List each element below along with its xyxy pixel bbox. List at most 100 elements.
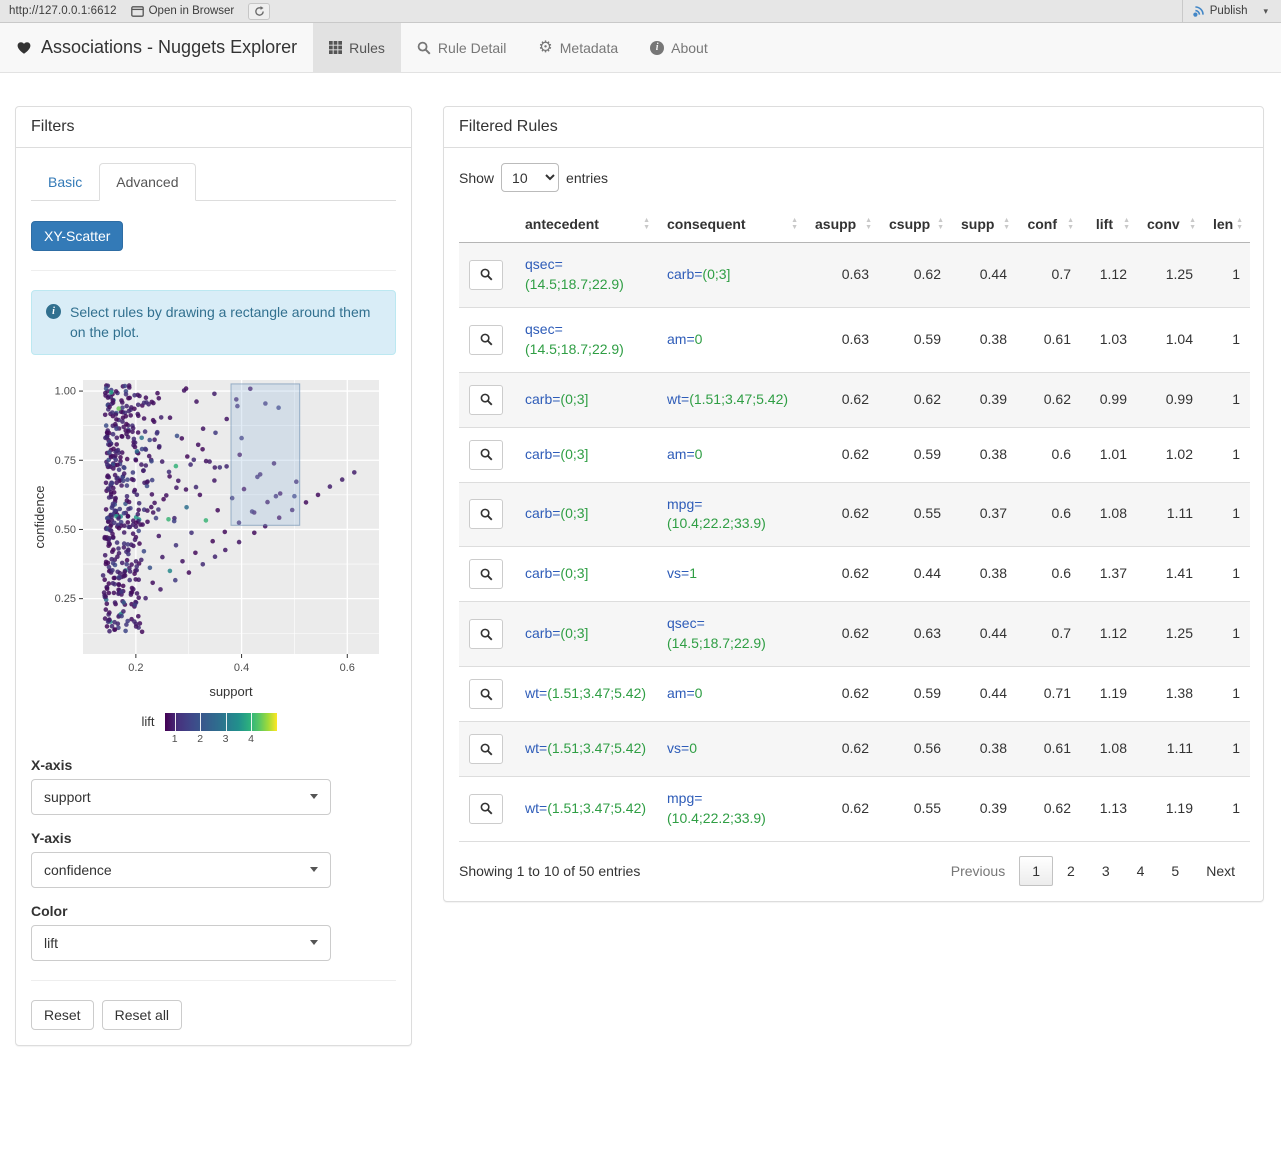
pagination-pages: 12345	[1018, 855, 1192, 886]
consequent-cell: qsec= (14.5;18.7;22.9)	[657, 601, 805, 667]
attribute-name: carb=	[525, 445, 561, 462]
magnifier-icon	[480, 628, 492, 641]
refresh-button[interactable]	[248, 2, 271, 20]
column-header-conf[interactable]: conf ▲ ▼	[1017, 206, 1081, 243]
legend-tick	[251, 712, 253, 731]
svg-text:1.00: 1.00	[55, 385, 76, 397]
cell-csupp: 0.55	[879, 776, 951, 842]
inspect-rule-button[interactable]	[469, 734, 503, 764]
caret-down-icon	[310, 940, 318, 946]
column-header-supp[interactable]: supp ▲ ▼	[951, 206, 1017, 243]
inspect-rule-button[interactable]	[469, 499, 503, 530]
tab-label: Metadata	[559, 39, 619, 56]
page-button-5[interactable]: 5	[1158, 856, 1192, 886]
cell-asupp: 0.62	[805, 666, 879, 722]
table-row: wt=(1.51;3.47;5.42) mpg= (10.4;22.2;33.9) 0…	[459, 776, 1250, 842]
y-axis-value: confidence	[44, 861, 112, 878]
column-header-inspect	[459, 206, 515, 243]
column-header-antecedent[interactable]: antecedent ▲ ▼	[515, 206, 657, 243]
y-axis-select[interactable]: confidence	[31, 851, 331, 888]
page-button-2[interactable]: 2	[1054, 856, 1088, 886]
tab-rules[interactable]: Rules	[313, 23, 401, 72]
reset-button[interactable]: Reset	[31, 999, 94, 1030]
inspect-rule-button[interactable]	[469, 619, 503, 650]
inspect-rule-button[interactable]	[469, 324, 503, 355]
cell-len: 1	[1203, 242, 1250, 308]
cell-lift: 1.13	[1081, 776, 1137, 842]
inspect-rule-button[interactable]	[469, 384, 503, 415]
tab-basic[interactable]: Basic	[31, 163, 99, 201]
inspect-rule-button[interactable]	[469, 793, 503, 824]
antecedent-cell: qsec= (14.5;18.7;22.9)	[515, 307, 657, 373]
color-select[interactable]: lift	[31, 924, 331, 961]
page-length-select[interactable]: 10	[501, 163, 560, 192]
tab-rule-detail[interactable]: Rule Detail	[401, 23, 522, 72]
attribute-name: mpg=	[667, 495, 703, 512]
tab-metadata[interactable]: ⚙ Metadata	[522, 23, 634, 72]
color-label: Color	[31, 902, 68, 919]
svg-text:0.75: 0.75	[55, 454, 76, 466]
cell-lift: 1.08	[1081, 482, 1137, 548]
cell-supp: 0.44	[951, 601, 1017, 667]
page-button-3[interactable]: 3	[1089, 856, 1123, 886]
publish-dropdown-caret[interactable]: ▾	[1261, 6, 1272, 17]
cell-csupp: 0.63	[879, 601, 951, 667]
column-header-len[interactable]: len ▲ ▼	[1203, 206, 1250, 243]
app-brand: Associations - Nuggets Explorer	[0, 23, 313, 72]
inspect-rule-button[interactable]	[469, 679, 503, 709]
cell-len: 1	[1203, 372, 1250, 428]
inspect-rule-button[interactable]	[469, 559, 503, 590]
x-axis-select[interactable]: support	[31, 778, 331, 815]
cell-asupp: 0.62	[805, 546, 879, 603]
sort-icons: ▲ ▼	[643, 217, 650, 231]
entries-label: entries	[566, 169, 609, 186]
cell-asupp: 0.62	[805, 372, 879, 428]
magnifier-icon	[480, 448, 492, 461]
antecedent-cell: carb=(0;3]	[515, 601, 657, 667]
column-header-asupp[interactable]: asupp ▲ ▼	[805, 206, 879, 243]
scatter-plot[interactable]: 0.2 0.4 0.6 0.25 0.50 0.75 1.00 support confiden…	[31, 370, 387, 702]
page-button-1[interactable]: 1	[1019, 855, 1054, 886]
previous-page-button[interactable]: Previous	[938, 856, 1018, 886]
column-header-conv[interactable]: conv ▲ ▼	[1137, 206, 1203, 243]
column-header-csupp[interactable]: csupp ▲ ▼	[879, 206, 951, 243]
sort-icons: ▲ ▼	[1123, 217, 1130, 231]
color-value: lift	[44, 934, 58, 951]
inspect-rule-button[interactable]	[469, 259, 503, 290]
cell-supp: 0.44	[951, 242, 1017, 308]
tab-about[interactable]: i About	[634, 23, 724, 72]
cell-conv: 1.38	[1137, 666, 1203, 722]
inspect-rule-button[interactable]	[469, 439, 503, 470]
cell-conv: 1.19	[1137, 776, 1203, 842]
attribute-value: (0;3]	[560, 565, 589, 582]
cell-len: 1	[1203, 666, 1250, 722]
brush-selection-rect[interactable]	[230, 382, 301, 526]
attribute-value: (14.5;18.7;22.9)	[667, 635, 766, 652]
cell-csupp: 0.59	[879, 666, 951, 722]
cell-conf: 0.6	[1017, 546, 1081, 603]
consequent-cell: mpg= (10.4;22.2;33.9)	[657, 482, 805, 548]
cell-supp: 0.38	[951, 546, 1017, 603]
consequent-cell: mpg= (10.4;22.2;33.9)	[657, 776, 805, 842]
column-header-lift[interactable]: lift ▲ ▼	[1081, 206, 1137, 243]
next-page-button[interactable]: Next	[1193, 856, 1248, 886]
legend-tick	[225, 712, 227, 731]
publish-icon	[1193, 5, 1204, 17]
attribute-name: am=	[667, 445, 695, 462]
xy-scatter-button[interactable]: XY-Scatter	[31, 221, 124, 251]
attribute-name: mpg=	[667, 790, 703, 806]
cell-supp: 0.39	[951, 372, 1017, 428]
page-button-4[interactable]: 4	[1124, 856, 1158, 886]
table-row: carb=(0;3] mpg=(10.4;22.2;33.9) 0.62 0.55 0.…	[459, 482, 1250, 548]
antecedent-cell: carb=(0;3]	[515, 427, 657, 483]
table-row: wt=(1.51;3.47;5.42) vs=0 0.62 0.56 0.38 0.61 1…	[459, 721, 1250, 777]
reset-all-button[interactable]: Reset all	[101, 999, 183, 1030]
tab-advanced[interactable]: Advanced	[99, 163, 196, 201]
open-in-browser-button[interactable]: Open in Browser	[130, 5, 234, 17]
cell-csupp: 0.62	[879, 372, 951, 428]
cell-conv: 1.02	[1137, 427, 1203, 483]
info-circle-icon: i	[46, 304, 61, 319]
column-header-consequent[interactable]: consequent ▲ ▼	[657, 206, 805, 243]
sort-icons: ▲ ▼	[791, 217, 798, 231]
publish-button[interactable]: Publish	[1181, 0, 1247, 22]
